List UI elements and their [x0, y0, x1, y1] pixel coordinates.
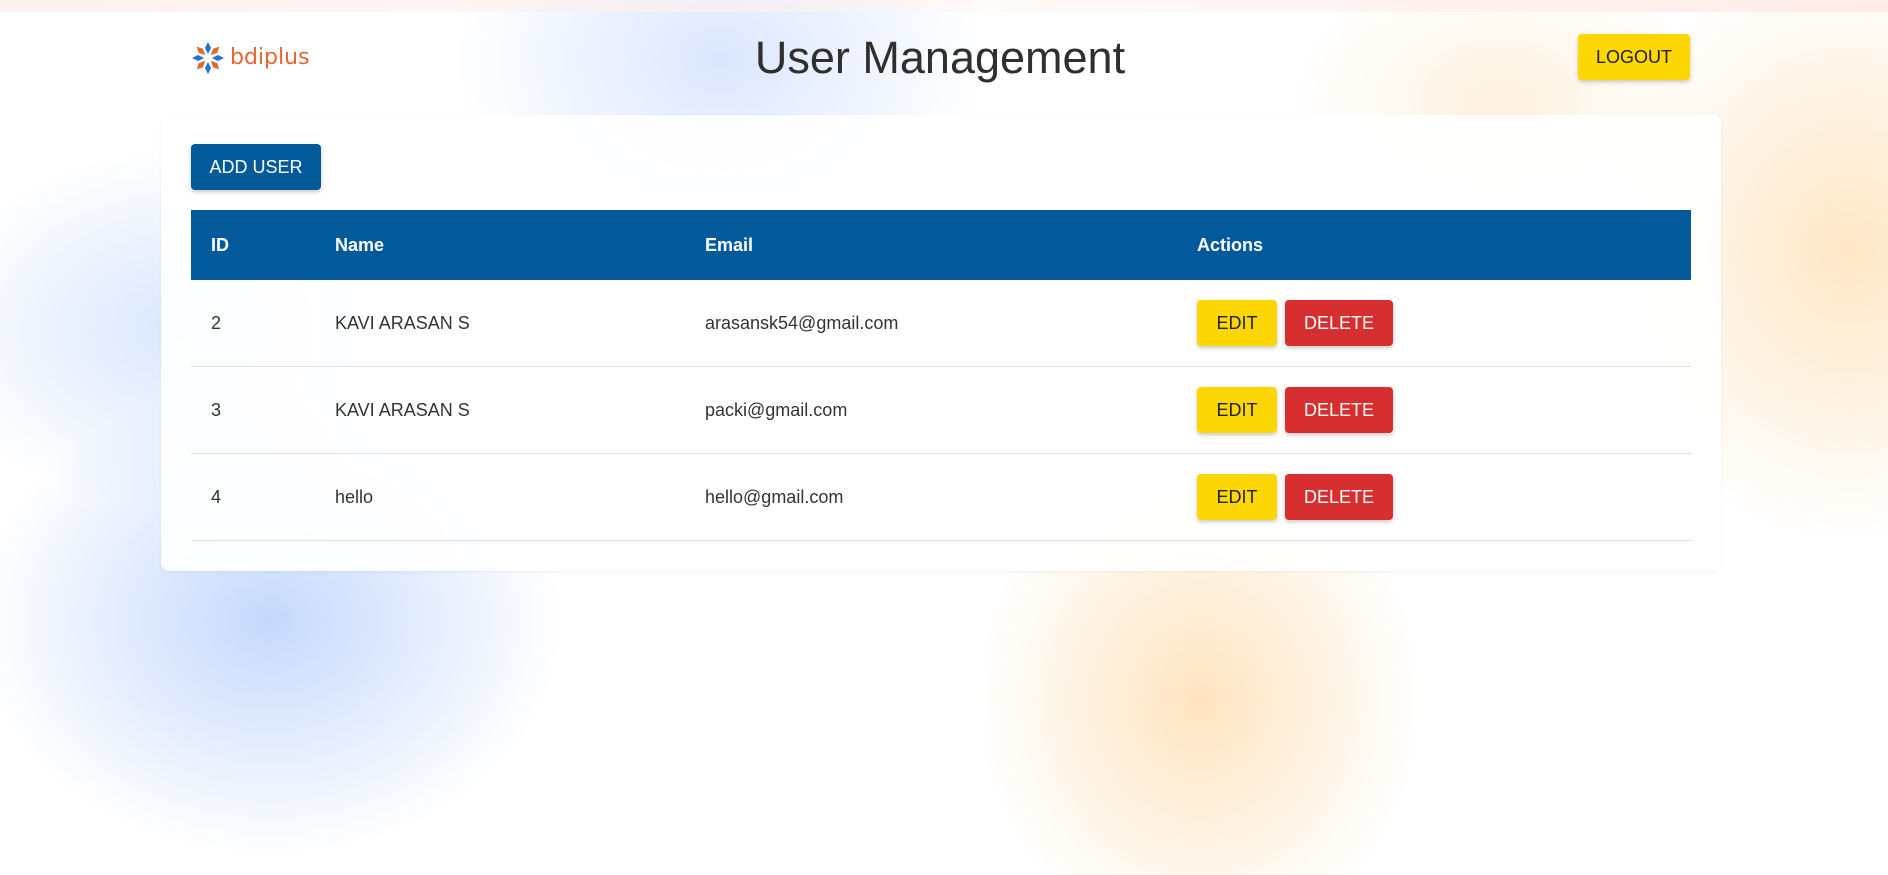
add-user-button[interactable]: ADD USER	[191, 144, 321, 190]
cell-actions: EDIT DELETE	[1177, 280, 1691, 367]
table-header: ID Name Email Actions	[191, 210, 1691, 280]
delete-button[interactable]: DELETE	[1285, 474, 1393, 520]
column-header-id: ID	[211, 234, 229, 255]
page-header: bdiplus User Management LOGOUT	[190, 34, 1690, 82]
table-row: 4 hello hello@gmail.com EDIT DELETE	[191, 453, 1691, 541]
cell-email: hello@gmail.com	[685, 453, 1177, 541]
page-title: User Management	[754, 32, 1126, 83]
table-header-row: ID Name Email Actions	[191, 210, 1691, 280]
cell-id: 3	[191, 366, 315, 454]
cell-actions: EDIT DELETE	[1177, 366, 1691, 454]
users-table: ID Name Email Actions 2 KAVI ARASAN S ar…	[191, 210, 1691, 541]
cell-name: hello	[315, 453, 685, 541]
table-row: 2 KAVI ARASAN S arasansk54@gmail.com EDI…	[191, 280, 1691, 367]
users-card: ADD USER ID Name Email Actions 2 KAVI AR…	[161, 115, 1721, 571]
cell-id: 2	[191, 280, 315, 367]
cell-actions: EDIT DELETE	[1177, 453, 1691, 541]
cell-name: KAVI ARASAN S	[315, 366, 685, 454]
delete-button[interactable]: DELETE	[1285, 300, 1393, 346]
edit-button[interactable]: EDIT	[1197, 387, 1277, 433]
edit-button[interactable]: EDIT	[1197, 474, 1277, 520]
cell-email: packi@gmail.com	[685, 366, 1177, 454]
column-header-email: Email	[705, 234, 754, 255]
table-row: 3 KAVI ARASAN S packi@gmail.com EDIT DELE…	[191, 366, 1691, 454]
cell-name: KAVI ARASAN S	[315, 280, 685, 367]
table-body: 2 KAVI ARASAN S arasansk54@gmail.com EDI…	[191, 280, 1691, 541]
cell-email: arasansk54@gmail.com	[685, 280, 1177, 367]
delete-button[interactable]: DELETE	[1285, 387, 1393, 433]
cell-id: 4	[191, 453, 315, 541]
column-header-actions: Actions	[1197, 234, 1264, 255]
column-header-name: Name	[335, 234, 385, 255]
top-decorative-strip	[0, 0, 1888, 12]
logout-button[interactable]: LOGOUT	[1578, 34, 1690, 80]
edit-button[interactable]: EDIT	[1197, 300, 1277, 346]
